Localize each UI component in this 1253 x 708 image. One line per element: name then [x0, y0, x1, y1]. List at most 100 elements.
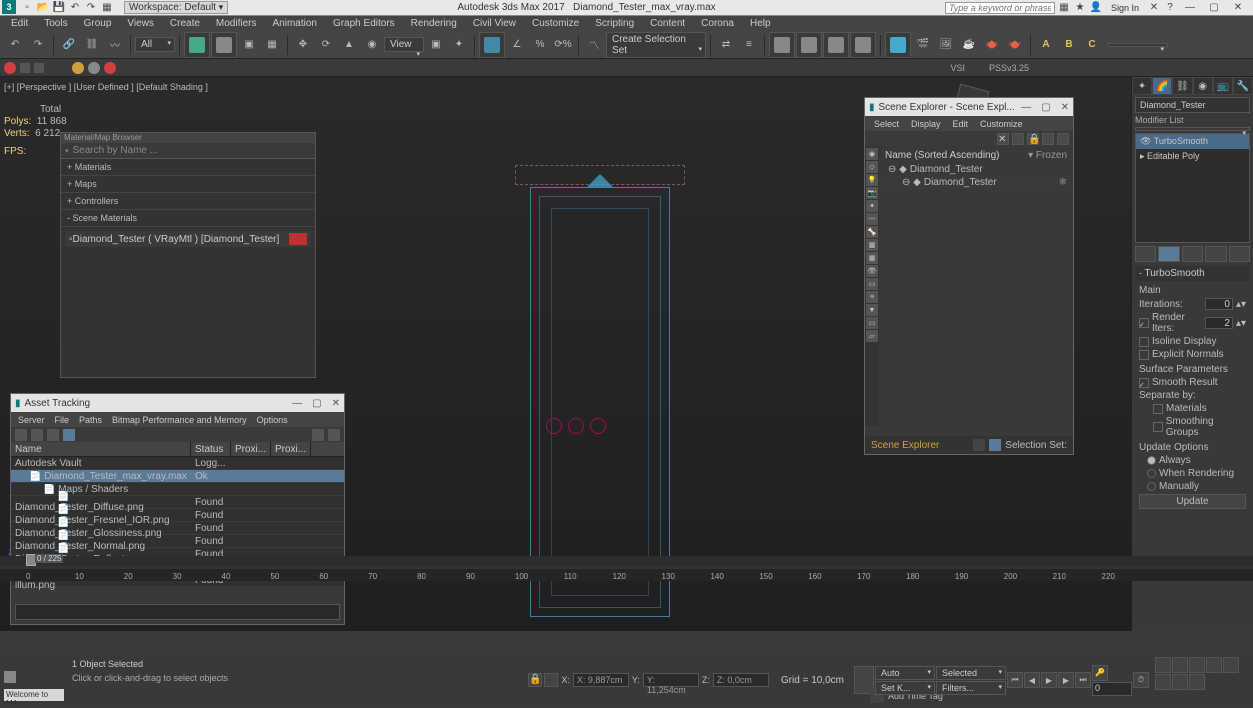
unique-button[interactable]	[1182, 246, 1203, 262]
maximize-button[interactable]: ▢	[1203, 0, 1225, 15]
isoline-checkbox[interactable]	[1139, 337, 1149, 347]
fov-button[interactable]	[1206, 657, 1222, 673]
link-button[interactable]: 🔗	[58, 34, 80, 56]
menu-help[interactable]: Help	[743, 17, 778, 30]
filter-icon[interactable]: ▦	[866, 239, 878, 251]
asset-tb-btn[interactable]	[15, 429, 27, 441]
bind-button[interactable]: 〰	[104, 34, 126, 56]
config-button[interactable]	[1229, 246, 1250, 262]
maximize-icon[interactable]: ▢	[312, 398, 321, 409]
edit-selset-button[interactable]: 〽	[583, 34, 605, 56]
frame-input[interactable]: 0	[1092, 682, 1132, 696]
mat-section[interactable]: - Scene Materials	[61, 210, 315, 227]
mat-section[interactable]: + Maps	[61, 176, 315, 193]
menu-edit[interactable]: Edit	[4, 17, 35, 30]
render-setup-button[interactable]: 🎬	[912, 34, 934, 56]
help-icon[interactable]: ?	[1163, 1, 1177, 15]
time-config-button[interactable]: ⏱	[1133, 672, 1149, 688]
light-icon[interactable]	[72, 62, 84, 74]
menu-group[interactable]: Group	[77, 17, 119, 30]
se-tb-btn[interactable]	[1012, 133, 1024, 145]
ribbon-button[interactable]	[796, 32, 822, 58]
pin-stack-button[interactable]	[1135, 246, 1156, 262]
play-button[interactable]: ▶	[1041, 672, 1057, 688]
maxscript-input[interactable]: Welcome to MA	[4, 689, 64, 701]
angle-snap-button[interactable]: ∠	[506, 34, 528, 56]
align-button[interactable]: ≡	[738, 34, 760, 56]
goto-end-button[interactable]: ⏭	[1075, 672, 1091, 688]
unlink-button[interactable]: ⛓	[81, 34, 103, 56]
manual-radio[interactable]	[1147, 482, 1156, 491]
auto-key-button[interactable]: Auto	[875, 666, 935, 680]
menu-content[interactable]: Content	[643, 17, 692, 30]
undo-icon[interactable]: ↶	[68, 1, 82, 15]
tab-motion[interactable]: ◉	[1193, 77, 1213, 95]
material-search[interactable]: ▾Search by Name ...	[61, 143, 315, 159]
signin-link[interactable]: Sign In	[1111, 3, 1139, 13]
select-rect-button[interactable]	[184, 32, 210, 58]
material-browser-window[interactable]: Material/Map Browser ▾Search by Name ...…	[60, 132, 316, 378]
se-tb-btn[interactable]: ✕	[997, 133, 1009, 145]
filter-icon[interactable]: ≡	[866, 291, 878, 303]
filter-icon[interactable]: 👁	[866, 265, 878, 277]
se-menu-item[interactable]: Select	[869, 118, 904, 130]
orbit-button[interactable]	[1155, 674, 1171, 690]
percent-snap-button[interactable]: %	[529, 34, 551, 56]
move-button[interactable]: ✥	[292, 34, 314, 56]
se-ft-btn[interactable]	[973, 439, 985, 451]
asset-menu-item[interactable]: Server	[15, 414, 48, 426]
asset-tb-btn[interactable]	[47, 429, 59, 441]
render-preset-dropdown[interactable]	[1108, 43, 1168, 47]
menu-views[interactable]: Views	[120, 17, 161, 30]
z-coord[interactable]: Z: 0,0cm	[713, 673, 769, 687]
model-wireframe[interactable]	[530, 187, 670, 617]
viewport-label[interactable]: [+] [Perspective ] [User Defined ] [Defa…	[4, 82, 208, 92]
schematic-button[interactable]	[850, 32, 876, 58]
rollout-header[interactable]: - TurboSmooth	[1135, 266, 1250, 281]
y-coord[interactable]: Y: 11,254cm	[643, 673, 699, 687]
filter-icon[interactable]: ◉	[866, 148, 878, 160]
prev-frame-button[interactable]: ◀	[1024, 672, 1040, 688]
teapot1-icon[interactable]: 🫖	[981, 34, 1003, 56]
asset-header[interactable]: Name Status Proxi... Proxi...	[11, 442, 344, 457]
menu-create[interactable]: Create	[163, 17, 207, 30]
maximize-vp-button[interactable]	[1172, 674, 1188, 690]
asset-menu-item[interactable]: Paths	[76, 414, 105, 426]
box-icon[interactable]	[20, 63, 30, 73]
filter-icon[interactable]: ▭	[866, 317, 878, 329]
abs-button[interactable]	[544, 673, 558, 687]
maximize-icon[interactable]: ▢	[1041, 102, 1050, 113]
menu-tools[interactable]: Tools	[37, 17, 74, 30]
object-name-field[interactable]: Diamond_Tester	[1135, 97, 1250, 113]
filter-icon[interactable]: ▦	[866, 252, 878, 264]
filter-icon[interactable]: 〰	[866, 213, 878, 225]
tab-modify[interactable]: 🌈	[1152, 77, 1172, 95]
filter-icon[interactable]: ◇	[866, 161, 878, 173]
dot-icon[interactable]	[4, 62, 16, 74]
se-menu-item[interactable]: Customize	[975, 118, 1028, 130]
pan-button[interactable]	[1155, 657, 1171, 673]
scene-explorer-titlebar[interactable]: ▮Scene Explorer - Scene Expl... —▢✕	[865, 98, 1073, 116]
filter-icon[interactable]: 🦴	[866, 226, 878, 238]
zoom-button[interactable]	[1172, 657, 1188, 673]
time-ruler[interactable]: 0102030405060708090100110120130140150160…	[0, 569, 1253, 581]
abc-a[interactable]: A	[1035, 34, 1057, 56]
selected-dropdown[interactable]: Selected	[936, 666, 1006, 680]
asset-tb-btn[interactable]	[63, 429, 75, 441]
smooth-checkbox[interactable]	[1139, 378, 1149, 388]
tab-create[interactable]: ✦	[1132, 77, 1152, 95]
light-icon[interactable]	[104, 62, 116, 74]
star-icon[interactable]: ★	[1073, 1, 1087, 15]
modifier-stack[interactable]: 👁 TurboSmooth▸ Editable Poly	[1135, 133, 1250, 243]
viewport[interactable]: [+] [Perspective ] [User Defined ] [Defa…	[0, 77, 1131, 631]
scale-button[interactable]: ▲	[338, 34, 360, 56]
se-tb-btn[interactable]: 🔒	[1027, 133, 1039, 145]
close-button[interactable]: ✕	[1227, 0, 1249, 15]
user-icon[interactable]: 👤	[1089, 1, 1103, 15]
paint-select-button[interactable]: ▦	[261, 34, 283, 56]
maxscript-icon[interactable]	[4, 671, 16, 683]
abc-b[interactable]: B	[1058, 34, 1080, 56]
x-coord[interactable]: X: 9,887cm	[573, 673, 629, 687]
asset-tb-btn[interactable]	[312, 429, 324, 441]
whenrender-radio[interactable]	[1147, 469, 1156, 478]
